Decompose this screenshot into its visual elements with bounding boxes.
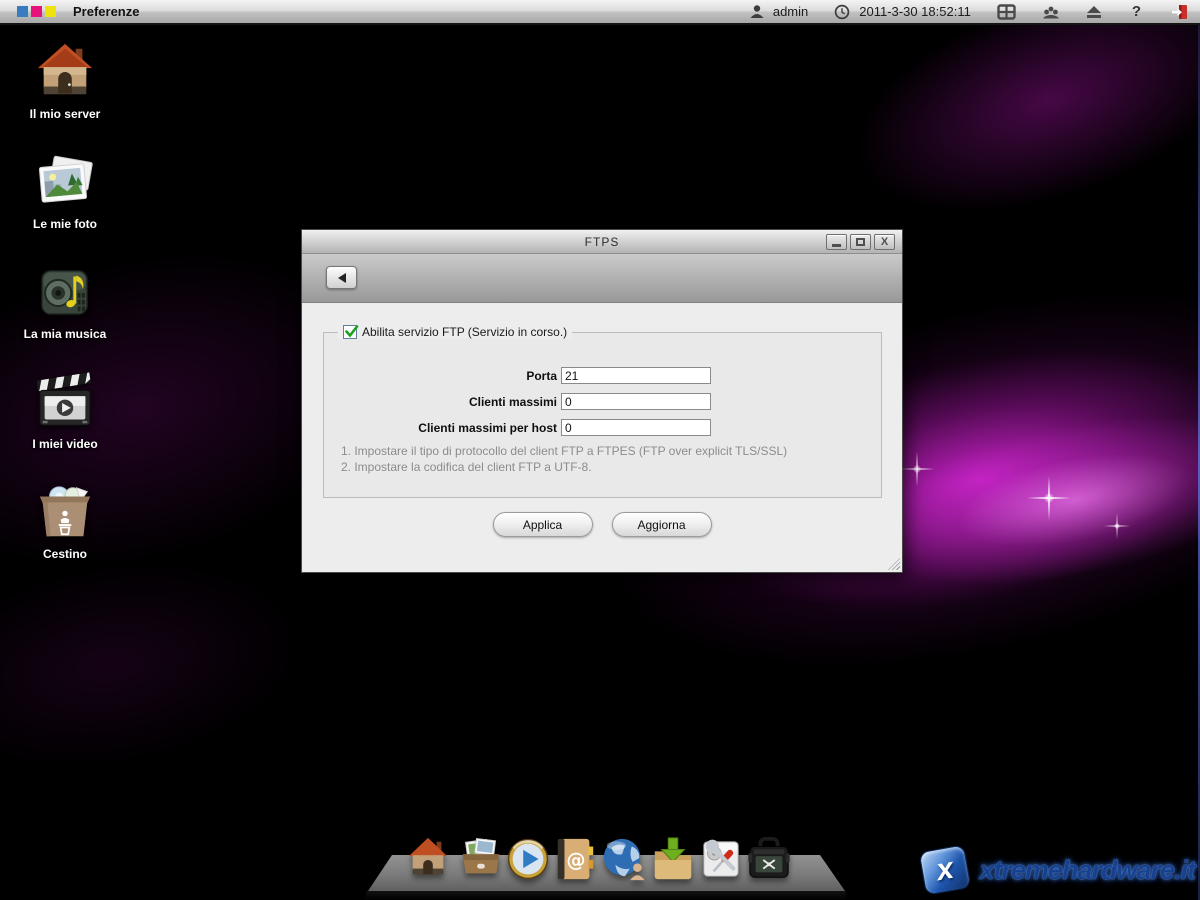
window-title: FTPS	[585, 235, 620, 249]
window-body: Abilita servizio FTP (Servizio in corso.…	[302, 303, 902, 572]
desktop-icon-my-photos[interactable]: Le mie foto	[13, 151, 117, 231]
logo-square-magenta	[31, 6, 42, 17]
help-icon[interactable]: ?	[1128, 3, 1145, 20]
dock-photos-icon[interactable]	[458, 836, 504, 886]
desktop-icon-my-music[interactable]: La mia musica	[13, 261, 117, 341]
window-toolbar	[302, 254, 902, 303]
dock-contacts-icon[interactable]: @	[552, 836, 598, 886]
dock-network-icon[interactable]	[601, 836, 647, 886]
desktop-icon-label: Le mie foto	[33, 217, 97, 231]
max-clients-input[interactable]	[561, 393, 711, 410]
photos-icon	[34, 151, 96, 213]
dock-maintenance-icon[interactable]	[698, 836, 744, 886]
port-input[interactable]	[561, 367, 711, 384]
dock-shadow	[366, 891, 846, 900]
brand-logo	[17, 6, 56, 17]
menubar: Preferenze admin 2011-3-30 18:52:11	[0, 0, 1200, 25]
checkmark-icon	[344, 324, 359, 339]
logo-square-yellow	[45, 6, 56, 17]
grid-icon[interactable]	[997, 4, 1016, 20]
window-titlebar[interactable]: FTPS X	[302, 230, 902, 254]
max-clients-per-host-input[interactable]	[561, 419, 711, 436]
dock: @	[0, 825, 1200, 900]
ftps-window: FTPS X	[301, 229, 903, 573]
back-button[interactable]	[326, 266, 357, 289]
svg-text:@: @	[566, 849, 585, 872]
max-clients-per-host-label: Clienti massimi per host	[324, 421, 557, 435]
desktop[interactable]: Il mio server Le mie foto	[0, 25, 1200, 900]
desktop-icon-label: I miei video	[32, 437, 97, 451]
apply-button[interactable]: Applica	[493, 512, 593, 537]
user-icon	[750, 4, 764, 19]
menu-preferenze[interactable]: Preferenze	[73, 4, 139, 19]
dock-home-icon[interactable]	[405, 836, 451, 886]
eject-icon[interactable]	[1086, 5, 1102, 19]
resize-grip[interactable]	[888, 558, 900, 570]
form-row-max-clients: Clienti massimi	[324, 392, 711, 411]
desktop-icon-label: La mia musica	[24, 327, 107, 341]
desktop-icon-label: Il mio server	[30, 107, 101, 121]
enable-ftp-label: Abilita servizio FTP (Servizio in corso.…	[362, 325, 567, 339]
trash-icon	[34, 481, 96, 543]
desktop-icon-label: Cestino	[43, 547, 87, 561]
maximize-button[interactable]	[850, 234, 871, 250]
video-icon	[34, 371, 96, 433]
logout-icon[interactable]	[1171, 4, 1188, 20]
datetime: 2011-3-30 18:52:11	[859, 4, 971, 19]
note-line-1: 1. Impostare il tipo di protocollo del c…	[341, 443, 787, 459]
form-row-max-clients-per-host: Clienti massimi per host	[324, 418, 711, 437]
desktop-icon-trash[interactable]: Cestino	[13, 481, 117, 561]
close-icon: X	[881, 237, 888, 248]
refresh-button[interactable]: Aggiorna	[612, 512, 712, 537]
home-icon	[34, 41, 96, 103]
minimize-icon	[832, 244, 841, 247]
ftp-service-fieldset: Abilita servizio FTP (Servizio in corso.…	[323, 332, 882, 498]
minimize-button[interactable]	[826, 234, 847, 250]
clock-icon	[834, 4, 850, 20]
dock-download-icon[interactable]	[650, 836, 696, 886]
max-clients-label: Clienti massimi	[324, 395, 557, 409]
logo-square-blue	[17, 6, 28, 17]
maximize-icon	[856, 238, 865, 246]
music-icon	[34, 261, 96, 323]
screen: Preferenze admin 2011-3-30 18:52:11	[0, 0, 1200, 900]
dock-media-player-icon[interactable]	[505, 836, 551, 886]
username[interactable]: admin	[773, 4, 808, 19]
enable-ftp-checkbox[interactable]	[343, 325, 357, 339]
port-label: Porta	[324, 369, 557, 383]
desktop-icon-my-videos[interactable]: I miei video	[13, 371, 117, 451]
close-button[interactable]: X	[874, 234, 895, 250]
back-arrow-icon	[338, 273, 346, 283]
ftp-notes: 1. Impostare il tipo di protocollo del c…	[341, 443, 787, 475]
workgroup-icon[interactable]	[1042, 4, 1060, 19]
note-line-2: 2. Impostare la codifica del client FTP …	[341, 459, 787, 475]
dock-toolbox-icon[interactable]	[746, 836, 792, 886]
form-row-port: Porta	[324, 366, 711, 385]
desktop-icon-my-server[interactable]: Il mio server	[13, 41, 117, 121]
